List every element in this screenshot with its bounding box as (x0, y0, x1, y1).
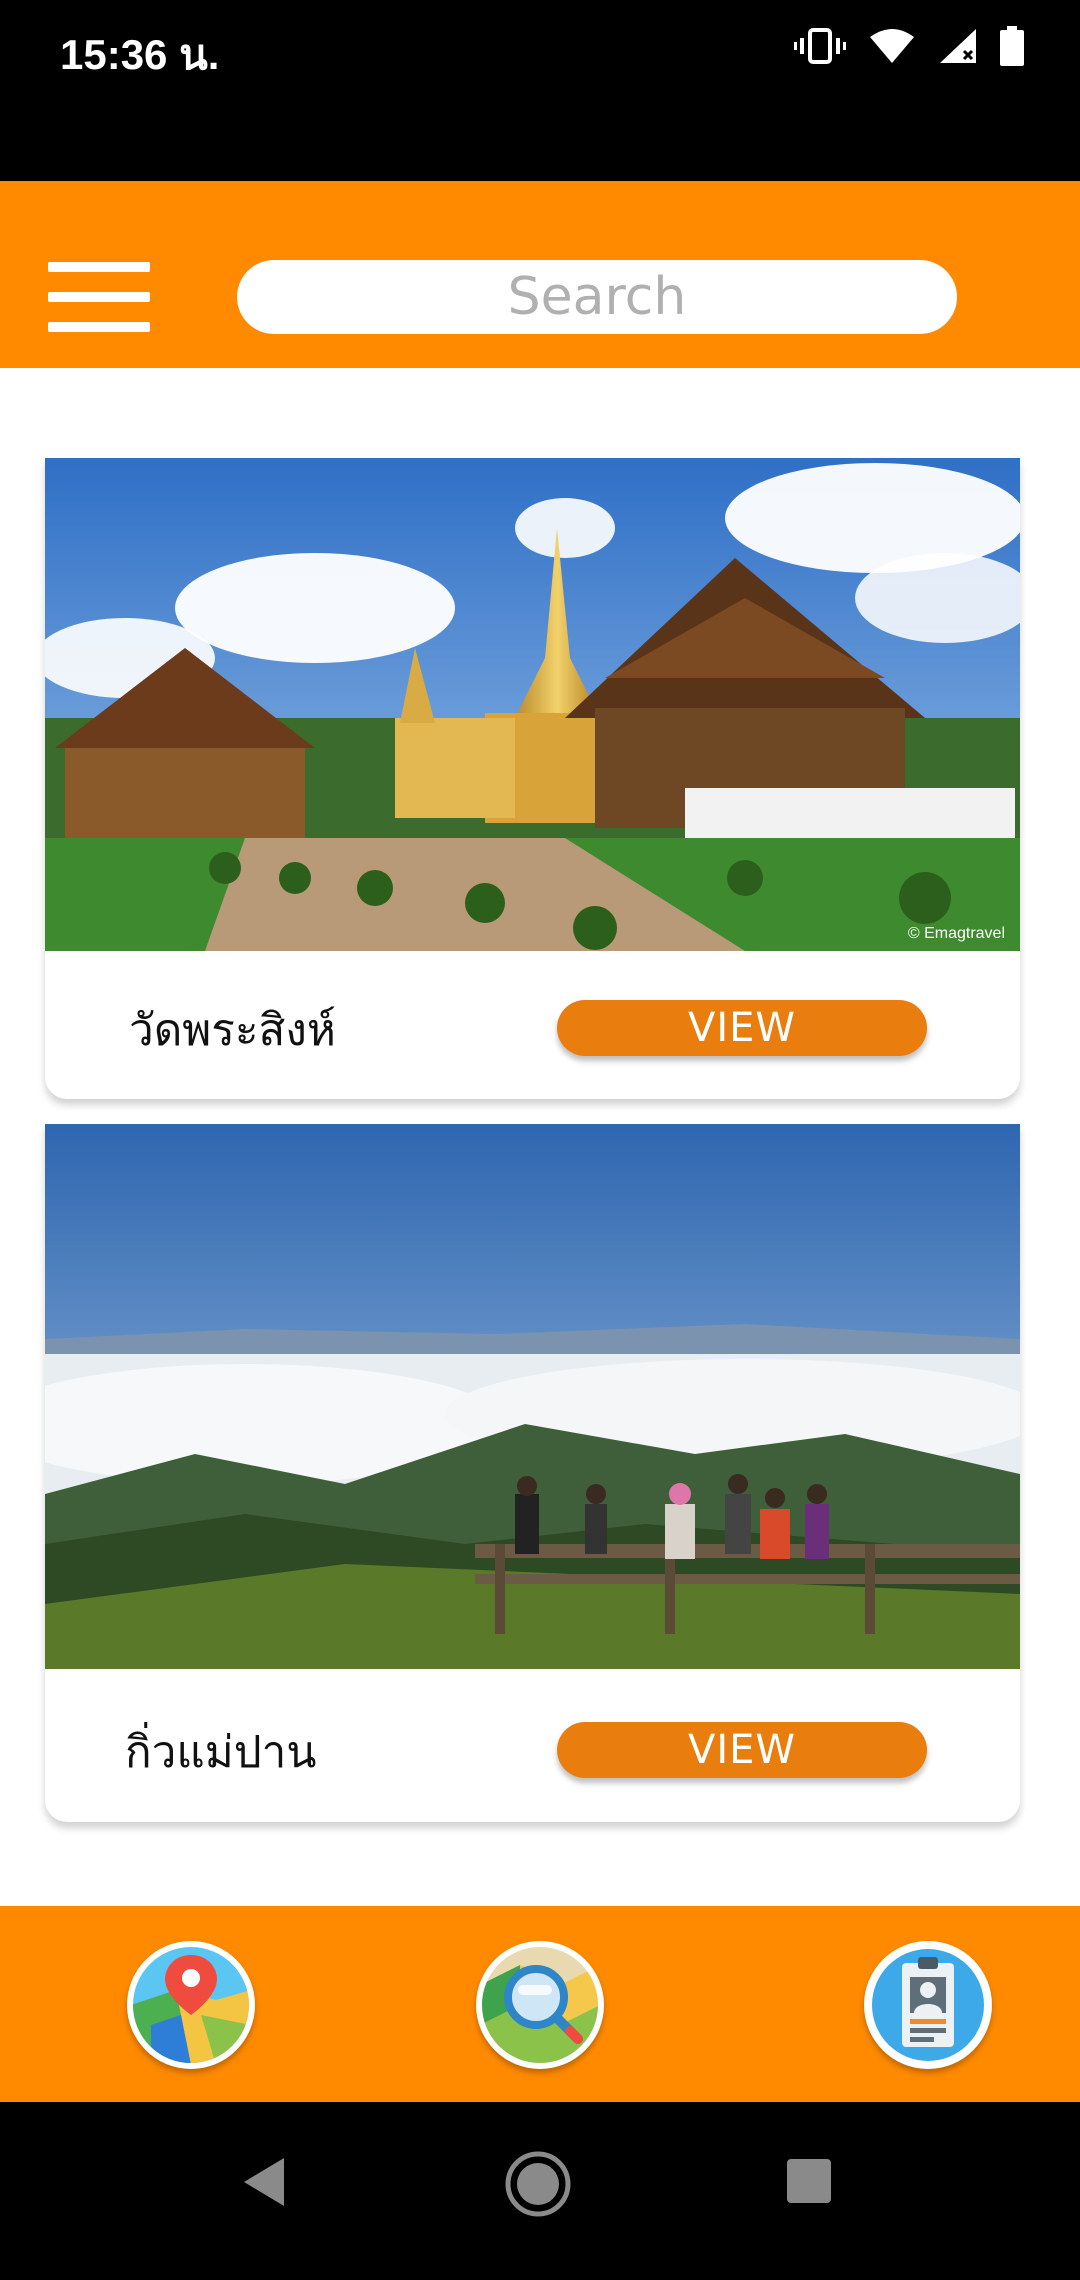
status-icons (794, 26, 1024, 66)
home-icon[interactable] (504, 2150, 572, 2218)
status-time: 15:36 น. (60, 31, 220, 78)
place-card: กิ่วแม่ปาน VIEW (45, 1124, 1020, 1822)
search-input[interactable] (237, 260, 957, 334)
nav-map-button[interactable] (127, 1941, 255, 2069)
nav-profile-button[interactable] (864, 1941, 992, 2069)
recents-icon[interactable] (786, 2158, 832, 2204)
hamburger-menu-icon (48, 262, 150, 272)
cellular-signal-icon (938, 27, 978, 65)
menu-button[interactable] (48, 262, 150, 334)
status-bar: 15:36 น. (0, 0, 1080, 181)
bottom-nav (0, 1906, 1080, 2102)
temple-photo: © Emagtravel (45, 458, 1020, 951)
nav-search-button[interactable] (476, 1941, 604, 2069)
place-card: © Emagtravel วัดพระสิงห์ VIEW (45, 458, 1020, 1099)
vibrate-icon (794, 26, 846, 66)
back-icon[interactable] (240, 2154, 290, 2210)
hamburger-menu-icon-bar (48, 292, 150, 302)
image-credit: © Emagtravel (908, 925, 1005, 942)
view-button[interactable]: VIEW (557, 1000, 927, 1056)
system-nav-bar (0, 2102, 1080, 2280)
hamburger-menu-icon-bar (48, 322, 150, 332)
id-badge-icon (872, 1949, 984, 2061)
wifi-icon (868, 27, 916, 65)
view-button[interactable]: VIEW (557, 1722, 927, 1778)
map-pin-icon (133, 1947, 249, 2063)
map-search-icon (482, 1947, 598, 2063)
mountain-viewpoint-photo (45, 1124, 1020, 1669)
battery-icon (1000, 26, 1024, 66)
card-title: กิ่วแม่ปาน (125, 1727, 317, 1778)
card-title: วัดพระสิงห์ (129, 1005, 336, 1056)
